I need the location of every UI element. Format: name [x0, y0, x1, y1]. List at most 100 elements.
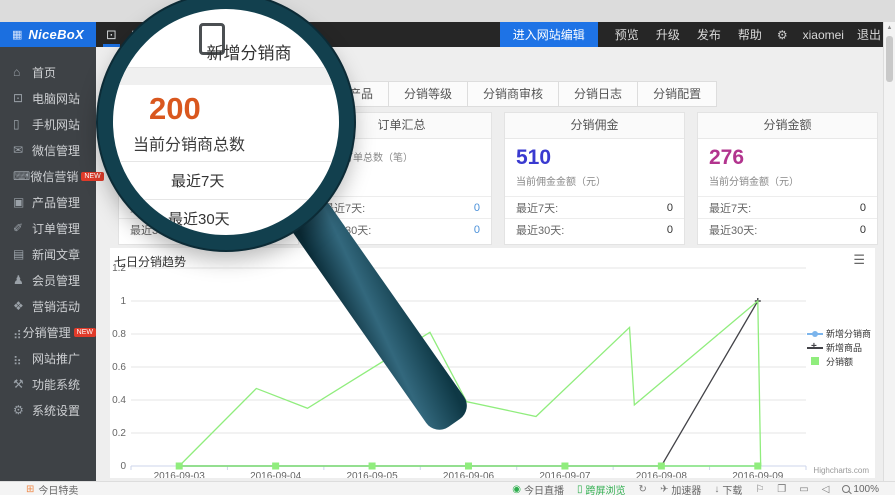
svg-text:2016-09-04: 2016-09-04 [250, 471, 302, 478]
svg-text:2016-09-06: 2016-09-06 [443, 471, 495, 478]
svg-text:2016-09-09: 2016-09-09 [732, 471, 784, 478]
sidebar-item-label: 微信营销 [30, 168, 78, 185]
card-row-value: 0 [667, 224, 673, 236]
statusbar-sale-item[interactable]: ⊞ 今日特卖 [26, 482, 78, 495]
tab-3[interactable]: 分销日志 [558, 81, 638, 107]
card-body: 276 当前分销金额（元） [698, 139, 877, 196]
magnified-panel-title: 新增分销商 [159, 39, 339, 64]
statusbar-item-今日直播[interactable]: ◉今日直播 [512, 482, 564, 495]
preview-link[interactable]: 预览 [615, 26, 639, 43]
wechat-icon: ✉ [13, 143, 32, 157]
card-row-value[interactable]: 0 [474, 202, 480, 214]
statusbar-item-label: 今日直播 [524, 482, 564, 495]
card-row-value[interactable]: 0 [474, 224, 480, 236]
trend-line-chart: 00.20.40.60.811.22016-09-032016-09-04201… [110, 248, 875, 478]
legend-item-2[interactable]: 分销额 [807, 355, 871, 368]
logo-text: NiceBoX [28, 27, 84, 42]
sidebar-item-7[interactable]: ▤ 新闻文章 [0, 241, 96, 267]
campaign-icon: ❖ [13, 299, 32, 313]
product-icon: ▣ [13, 195, 32, 209]
highcharts-credit[interactable]: Highcharts.com [813, 466, 869, 475]
stat-card-3: 分销金额 276 当前分销金额（元） 最近7天: 0 最近30天: 0 [697, 112, 878, 245]
magnified-total-value: 200 [149, 91, 201, 127]
statusbar-item-加速器[interactable]: ✈加速器 [660, 482, 701, 495]
statusbar-right-items: ◉今日直播 ▯跨屏浏览 ↻ ✈加速器 ↓下载 ⚐ ❐ ▭ ◁ 100% [512, 482, 879, 495]
apps-grid-icon: ▦ [12, 28, 22, 41]
statusbar-item-flag-icon[interactable]: ⚐ [755, 484, 764, 495]
statusbar-item-下载[interactable]: ↓下载 [714, 482, 742, 495]
statusbar-item-window-icon[interactable]: ❐ [777, 484, 786, 495]
enter-site-editor-button[interactable]: 进入网站编辑 [500, 22, 598, 47]
sidebar-item-label: 产品管理 [32, 194, 80, 211]
scrollbar-thumb[interactable] [886, 36, 893, 82]
sidebar-item-1[interactable]: ⊡ 电脑网站 [0, 85, 96, 111]
divider-band [113, 68, 339, 85]
statusbar-item-label: 跨屏浏览 [586, 482, 626, 495]
sidebar-item-2[interactable]: ▯ 手机网站 [0, 111, 96, 137]
flag-icon: ⚐ [755, 484, 764, 495]
sidebar-item-13[interactable]: ⚙ 系统设置 [0, 397, 96, 423]
legend-label: 分销额 [826, 355, 853, 368]
logout-link[interactable]: 退出 [857, 26, 881, 43]
gear-icon[interactable]: ⚙ [777, 28, 788, 42]
news-icon: ▤ [13, 247, 32, 261]
refresh-icon: ↻ [639, 484, 647, 495]
sidebar-item-0[interactable]: ⌂ 首页 [0, 59, 96, 85]
svg-text:0.8: 0.8 [112, 329, 126, 340]
chart-title: 七日分销趋势 [114, 253, 186, 270]
card-row-label: 最近7天: [516, 200, 558, 216]
svg-text:0.2: 0.2 [112, 428, 126, 439]
help-link[interactable]: 帮助 [738, 26, 762, 43]
sidebar-item-label: 电脑网站 [32, 90, 80, 107]
sale-icon: ⊞ [26, 484, 34, 495]
sidebar-item-label: 网站推广 [32, 350, 80, 367]
sidebar-item-3[interactable]: ✉ 微信管理 [0, 137, 96, 163]
statusbar-item-label: 100% [853, 484, 879, 495]
statusbar-item-volume-icon[interactable]: ◁ [822, 484, 830, 495]
card-value-label: 当前分销金额（元） [709, 173, 866, 188]
publish-link[interactable]: 发布 [697, 26, 721, 43]
legend-item-0[interactable]: 新增分销商 [807, 327, 871, 340]
tab-4[interactable]: 分销配置 [637, 81, 717, 107]
sidebar-item-8[interactable]: ♟ 会员管理 [0, 267, 96, 293]
statusbar-item-label: 下载 [722, 482, 742, 495]
sidebar-item-11[interactable]: ⣦ 网站推广 [0, 345, 96, 371]
sidebar-item-5[interactable]: ▣ 产品管理 [0, 189, 96, 215]
phone-screen-icon: ▯ [577, 484, 583, 495]
tab-2[interactable]: 分销商审核 [467, 81, 559, 107]
tab-1[interactable]: 分销等级 [388, 81, 468, 107]
sidebar-item-label: 营销活动 [32, 298, 80, 315]
legend-label: 新增商品 [826, 341, 862, 354]
statusbar-item-跨屏浏览[interactable]: ▯跨屏浏览 [577, 482, 626, 495]
statusbar-item-refresh-icon[interactable]: ↻ [639, 484, 647, 495]
upgrade-link[interactable]: 升级 [656, 26, 680, 43]
function-icon: ⚒ [13, 377, 32, 391]
sidebar-item-label: 手机网站 [32, 116, 80, 133]
legend-item-1[interactable]: +新增商品 [807, 341, 871, 354]
sidebar-item-label: 订单管理 [32, 220, 80, 237]
vertical-scrollbar[interactable]: ▲ [883, 22, 895, 481]
app-logo[interactable]: ▦ NiceBoX [0, 22, 96, 47]
wechat-marketing-icon: ⌨ [13, 169, 30, 183]
sidebar-item-6[interactable]: ✐ 订单管理 [0, 215, 96, 241]
statusbar-item-windows-icon[interactable]: ▭ [799, 484, 808, 495]
stat-card-2: 分销佣金 510 当前佣金金额（元） 最近7天: 0 最近30天: 0 [504, 112, 685, 245]
sidebar-item-12[interactable]: ⚒ 功能系统 [0, 371, 96, 397]
card-row-0: 最近7天: 0 [698, 196, 877, 218]
divider [113, 161, 339, 162]
magnified-row-7days: 最近7天 [171, 170, 224, 191]
svg-text:2016-09-07: 2016-09-07 [539, 471, 591, 478]
svg-text:2016-09-08: 2016-09-08 [636, 471, 688, 478]
desktop-view-icon[interactable]: ⊡ [106, 22, 117, 47]
distribution-tabs: 分销产品分销等级分销商审核分销日志分销配置 [310, 81, 717, 107]
scroll-up-arrow-icon[interactable]: ▲ [884, 22, 895, 31]
sidebar-item-10[interactable]: ⣴ 分销管理NEW [0, 319, 96, 345]
order-icon: ✐ [13, 221, 32, 235]
username-label[interactable]: xiaomei [803, 28, 844, 42]
chart-legend: 新增分销商+新增商品分销额 [807, 326, 871, 369]
sidebar-item-9[interactable]: ❖ 营销活动 [0, 293, 96, 319]
chart-menu-icon[interactable]: ☰ [853, 252, 865, 268]
sidebar-item-4[interactable]: ⌨ 微信营销NEW [0, 163, 96, 189]
statusbar-item-100%[interactable]: 100% [842, 484, 879, 495]
card-value: 276 [709, 146, 866, 170]
